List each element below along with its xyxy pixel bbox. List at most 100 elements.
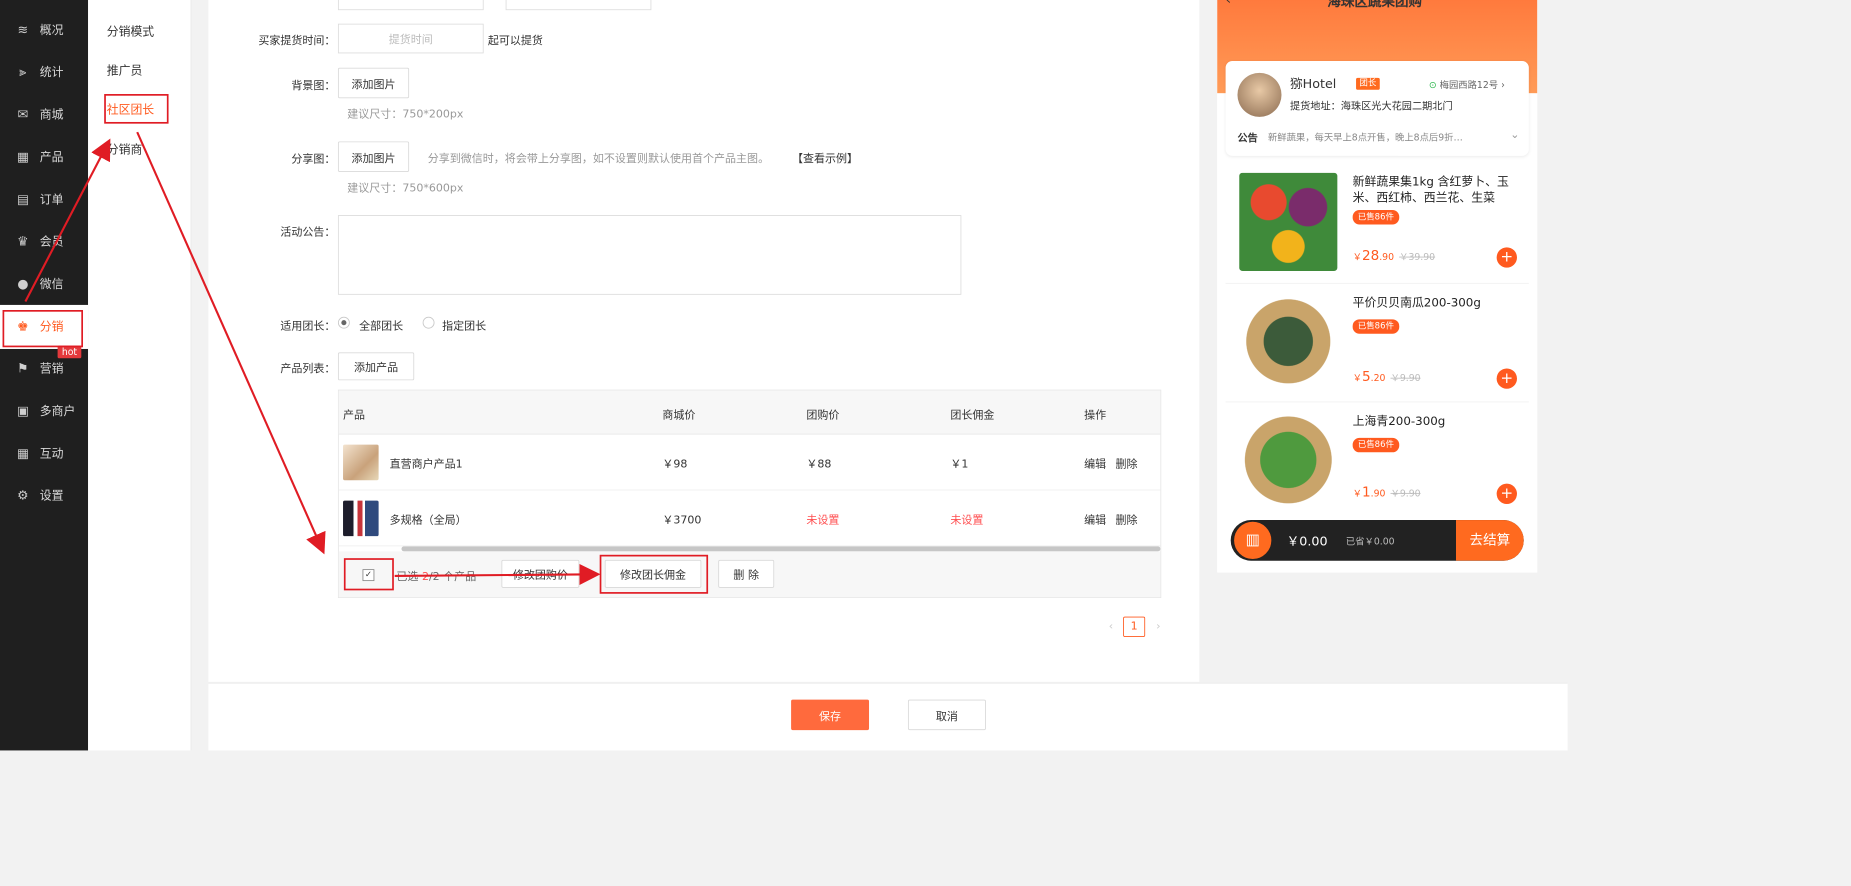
nav-interaction[interactable]: ▦ 互动 bbox=[0, 432, 88, 474]
table-row: 直营商户产品1 ￥98 ￥88 ￥1 编辑 删除 bbox=[338, 435, 1161, 491]
pickup-time-label: 买家提货时间： bbox=[258, 34, 336, 48]
add-bg-image-button[interactable]: 添加图片 bbox=[337, 67, 410, 99]
mail-icon: ✉ bbox=[17, 106, 29, 122]
mall-price: ￥3700 bbox=[662, 514, 702, 527]
radio-all-leaders[interactable] bbox=[337, 316, 350, 329]
sold-badge: 已售86件 bbox=[1352, 319, 1400, 334]
nav-mall[interactable]: ✉ 商城 bbox=[0, 93, 88, 135]
add-share-image-button[interactable]: 添加图片 bbox=[337, 141, 410, 172]
shop-icon: ▣ bbox=[16, 403, 29, 419]
table-row: 多规格（全局） ￥3700 未设置 未设置 编辑 删除 bbox=[338, 490, 1161, 547]
layers-icon: ≋ bbox=[17, 22, 29, 38]
page-1[interactable]: 1 bbox=[1123, 616, 1146, 637]
sold-badge: 已售86件 bbox=[1352, 210, 1400, 225]
bulk-delete-button[interactable]: 删 除 bbox=[718, 559, 775, 588]
crown-icon: ♛ bbox=[17, 233, 29, 250]
next-page-icon[interactable]: › bbox=[1156, 620, 1160, 633]
delete-link[interactable]: 删除 bbox=[1115, 511, 1137, 527]
delete-link[interactable]: 删除 bbox=[1115, 455, 1137, 471]
address-text: 梅园西路12号 bbox=[1439, 79, 1499, 91]
form-footer: 保存 取消 bbox=[208, 682, 1568, 751]
share-image-label: 分享图： bbox=[291, 153, 336, 167]
price-int: 5 bbox=[1361, 368, 1371, 385]
top-field-2[interactable] bbox=[505, 0, 652, 11]
price-int: 1 bbox=[1361, 483, 1371, 500]
top-field-1[interactable] bbox=[337, 0, 484, 11]
product-card: 新鲜蔬果集1kg 含红萝卜、玉米、西红柿、西兰花、生菜 已售86件 ￥28.90… bbox=[1225, 164, 1529, 283]
nav-overview[interactable]: ≋ 概况 bbox=[0, 8, 88, 50]
mall-price: ￥98 bbox=[662, 458, 688, 471]
nav-distribution[interactable]: ♚ 分销 bbox=[0, 304, 89, 349]
product-title: 平价贝贝南瓜200-300g bbox=[1352, 296, 1481, 311]
cancel-button[interactable]: 取消 bbox=[907, 699, 986, 731]
edit-link[interactable]: 编辑 bbox=[1084, 511, 1106, 527]
currency-sign: ￥ bbox=[1352, 372, 1362, 384]
bg-size-hint: 建议尺寸：750*200px bbox=[347, 108, 464, 122]
nav-marketing[interactable]: ⚑ 营销 bbox=[0, 347, 88, 391]
gear-icon: ⚙ bbox=[17, 487, 29, 504]
leader-address: ⊙ 梅园西路12号 › bbox=[1428, 79, 1505, 91]
add-to-cart-icon[interactable]: + bbox=[1496, 247, 1517, 268]
leader-name: 猕Hotel bbox=[1289, 76, 1337, 92]
submenu-promoters[interactable]: 推广员 bbox=[107, 62, 143, 79]
select-all-checkbox[interactable]: ✓ bbox=[362, 569, 375, 582]
submenu-distribution-mode[interactable]: 分销模式 bbox=[107, 23, 154, 40]
share-example-link[interactable]: 【查看示例】 bbox=[792, 149, 858, 165]
chevron-down-icon[interactable]: ⌄ bbox=[1510, 129, 1519, 142]
product-thumbnail bbox=[343, 444, 379, 481]
mobile-preview: ‹ 海珠区蔬果团购 猕Hotel 团长 ⊙ 梅园西路12号 › 提货地址：海珠区… bbox=[1217, 0, 1538, 573]
flag-icon: ⚑ bbox=[17, 360, 29, 377]
submenu-distributors[interactable]: 分销商 bbox=[107, 141, 143, 158]
price-dec: .90 bbox=[1370, 487, 1386, 499]
share-size-hint: 建议尺寸：750*600px bbox=[347, 182, 464, 195]
col-mall-price: 商城价 bbox=[662, 409, 696, 422]
product-card: 平价贝贝南瓜200-300g 已售86件 ￥5.20 ￥9.90 + bbox=[1225, 282, 1529, 402]
basket-icon[interactable]: ▥ bbox=[1234, 521, 1272, 560]
edit-link[interactable]: 编辑 bbox=[1084, 455, 1106, 471]
edit-group-price-button[interactable]: 修改团购价 bbox=[501, 559, 580, 588]
cart-saved: 已省￥0.00 bbox=[1345, 536, 1395, 548]
prev-page-icon[interactable]: ‹ bbox=[1109, 620, 1113, 633]
selected-count: 已选 2/2 个产品 bbox=[396, 567, 476, 584]
nav-members[interactable]: ♛ 会员 bbox=[0, 220, 88, 262]
product-thumbnail bbox=[343, 500, 379, 537]
checkout-button[interactable]: 去结算 bbox=[1455, 520, 1524, 561]
add-to-cart-icon[interactable]: + bbox=[1496, 368, 1517, 389]
leader-label: 适用团长： bbox=[280, 320, 336, 333]
chat-icon: ● bbox=[17, 276, 29, 292]
share-desc: 分享到微信时，将会带上分享图，如不设置则默认使用首个产品主图。 bbox=[427, 152, 770, 166]
nav-settings[interactable]: ⚙ 设置 bbox=[0, 474, 88, 516]
pagination: ‹ 1 › bbox=[1109, 616, 1187, 637]
users-icon: ♚ bbox=[17, 318, 29, 334]
original-price: ￥39.90 bbox=[1399, 251, 1436, 263]
grid-icon: ▦ bbox=[16, 445, 29, 461]
add-to-cart-icon[interactable]: + bbox=[1496, 483, 1517, 504]
price-dec: .90 bbox=[1379, 251, 1395, 263]
selected-prefix: 已选 bbox=[396, 570, 419, 584]
distribution-submenu: 分销模式 推广员 社区团长 分销商 bbox=[88, 0, 192, 751]
notice-text: 新鲜蔬果，每天早上8点开售，晚上8点后9折… bbox=[1267, 132, 1463, 144]
submenu-community-leader[interactable]: 社区团长 bbox=[107, 101, 154, 118]
products-label: 产品列表： bbox=[280, 362, 336, 376]
nav-products[interactable]: ▦ 产品 bbox=[0, 136, 88, 178]
product-image bbox=[1239, 410, 1338, 510]
pickup-time-input[interactable]: 提货时间 bbox=[337, 23, 484, 54]
nav-wechat[interactable]: ● 微信 bbox=[0, 263, 88, 305]
nav-orders[interactable]: ▤ 订单 bbox=[0, 178, 88, 220]
radio-specific-leaders[interactable] bbox=[422, 316, 435, 329]
commission: ￥1 bbox=[950, 458, 969, 471]
sold-badge: 已售86件 bbox=[1352, 437, 1400, 453]
col-actions: 操作 bbox=[1084, 409, 1107, 422]
leader-card: 猕Hotel 团长 ⊙ 梅园西路12号 › 提货地址：海珠区光大花园二期北门 公… bbox=[1225, 60, 1529, 156]
save-button[interactable]: 保存 bbox=[791, 699, 870, 731]
notice-textarea[interactable] bbox=[337, 215, 962, 295]
add-product-button[interactable]: 添加产品 bbox=[337, 352, 415, 381]
nav-stats[interactable]: ⫸ 统计 bbox=[0, 51, 88, 93]
product-image bbox=[1239, 172, 1338, 272]
nav-merchants[interactable]: ▣ 多商户 bbox=[0, 390, 88, 432]
cart-bar: ▥ ￥0.00 已省￥0.00 去结算 bbox=[1230, 520, 1524, 561]
main-sidebar: ≋ 概况 ⫸ 统计 ✉ 商城 ▦ 产品 ▤ 订单 ♛ 会员 ● 微信 ♚ 分销 hot ⚑ 营销 … bbox=[0, 0, 89, 751]
grid-icon: ▦ bbox=[16, 149, 29, 165]
bg-image-label: 背景图： bbox=[291, 79, 336, 93]
edit-commission-button[interactable]: 修改团长佣金 bbox=[604, 559, 702, 588]
